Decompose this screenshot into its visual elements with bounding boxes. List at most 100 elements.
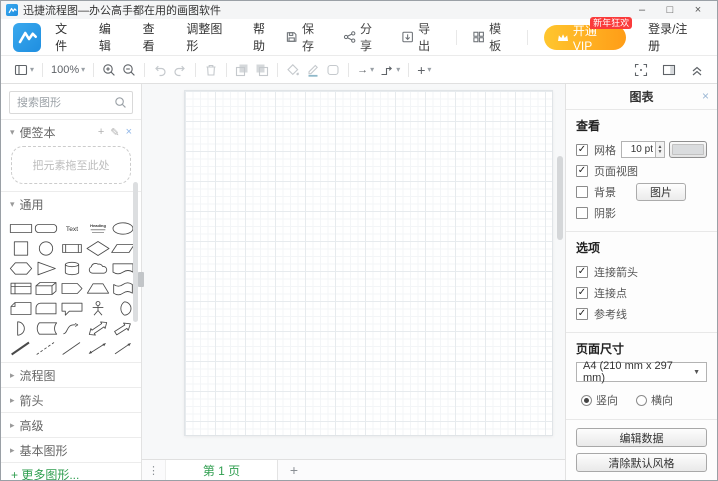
menu-item-1[interactable]: 编辑: [99, 20, 122, 54]
shape-double-arrow-line[interactable]: [85, 338, 111, 358]
shape-callout[interactable]: [59, 298, 85, 318]
background-image-button[interactable]: 图片: [636, 183, 686, 201]
shape-internal-storage[interactable]: [8, 278, 34, 298]
sidebar-section-general[interactable]: ▾ 通用: [1, 191, 141, 216]
shape-outline-button[interactable]: [323, 59, 343, 81]
send-to-back-button[interactable]: [252, 59, 272, 81]
page-tab-bar: ⋮ 第 1 页 +: [142, 459, 565, 480]
menu-item-2[interactable]: 查看: [143, 20, 166, 54]
option-checkbox-2[interactable]: ✓: [576, 308, 588, 320]
grid-checkbox[interactable]: ✓: [576, 144, 588, 156]
sidebar-scrollbar[interactable]: [133, 182, 138, 322]
notepad-edit-icon[interactable]: ✎: [110, 126, 119, 139]
share-button[interactable]: 分享: [343, 20, 383, 54]
close-button[interactable]: ×: [684, 1, 712, 19]
connector-style-dropdown[interactable]: ▾: [377, 59, 403, 81]
shape-rectangle[interactable]: [8, 218, 34, 238]
orientation-portrait-radio[interactable]: 竖向: [581, 392, 618, 408]
arrow-style-dropdown[interactable]: → ▾: [354, 59, 377, 81]
sidebar-section-1[interactable]: ▸箭头: [1, 387, 141, 412]
export-button[interactable]: 导出: [401, 20, 441, 54]
shape-block-arrow[interactable]: [110, 318, 136, 338]
panel-close-icon[interactable]: ×: [702, 89, 709, 103]
canvas-page[interactable]: [184, 90, 553, 436]
pages-menu-button[interactable]: ⋮: [142, 460, 166, 480]
shadow-checkbox[interactable]: [576, 207, 588, 219]
sidebar-section-3[interactable]: ▸基本图形: [1, 437, 141, 462]
sidebar-collapse-handle[interactable]: [138, 272, 144, 287]
notepad-dropzone[interactable]: 把元素拖至此处: [11, 146, 131, 184]
grid-size-input[interactable]: [621, 141, 655, 158]
divider: [226, 63, 227, 77]
caret-right-icon: ▸: [10, 445, 15, 456]
insert-dropdown[interactable]: + ▾: [414, 59, 434, 81]
save-button[interactable]: 保存: [285, 20, 325, 54]
grid-color-swatch[interactable]: [669, 141, 707, 158]
page-size-select[interactable]: A4 (210 mm x 297 mm) ▼: [576, 362, 707, 382]
canvas-vertical-scrollbar[interactable]: [557, 156, 563, 240]
option-checkbox-0[interactable]: ✓: [576, 266, 588, 278]
more-shapes-link[interactable]: + 更多图形...: [1, 462, 141, 480]
line-color-button[interactable]: [303, 59, 323, 81]
shape-rounded-rectangle[interactable]: [34, 218, 60, 238]
notepad-add-icon[interactable]: +: [98, 126, 104, 139]
shape-card[interactable]: [34, 298, 60, 318]
shape-and[interactable]: [8, 318, 34, 338]
option-checkbox-1[interactable]: ✓: [576, 287, 588, 299]
page-setup-button[interactable]: ▾: [11, 59, 37, 81]
shape-square[interactable]: [8, 238, 34, 258]
clear-default-style-button[interactable]: 清除默认风格: [576, 453, 707, 472]
shape-text[interactable]: Text: [59, 218, 85, 238]
login-register-link[interactable]: 登录/注册: [648, 20, 697, 54]
collapse-toolbar-button[interactable]: [687, 59, 707, 81]
shape-arrow-line[interactable]: [110, 338, 136, 358]
shape-hexagon[interactable]: [8, 258, 34, 278]
background-checkbox[interactable]: [576, 186, 588, 198]
shape-actor[interactable]: [85, 298, 111, 318]
edit-data-button[interactable]: 编辑数据: [576, 428, 707, 447]
undo-button[interactable]: [150, 59, 170, 81]
fit-page-button[interactable]: [631, 59, 651, 81]
shape-cylinder[interactable]: [59, 258, 85, 278]
orientation-landscape-radio[interactable]: 横向: [636, 392, 673, 408]
shape-process[interactable]: [59, 238, 85, 258]
add-page-button[interactable]: +: [278, 460, 310, 480]
bring-to-front-button[interactable]: [232, 59, 252, 81]
shape-data-storage[interactable]: [34, 318, 60, 338]
fill-color-button[interactable]: [283, 59, 303, 81]
page-tab-1[interactable]: 第 1 页: [166, 460, 278, 480]
shape-line[interactable]: [59, 338, 85, 358]
delete-button[interactable]: [201, 59, 221, 81]
menu-item-4[interactable]: 帮助: [253, 20, 276, 54]
shape-note[interactable]: [8, 298, 34, 318]
minimize-button[interactable]: –: [628, 1, 656, 19]
menu-item-3[interactable]: 调整图形: [186, 20, 232, 54]
sidebar-section-notepad[interactable]: ▾ 便签本 + ✎ ×: [1, 119, 141, 144]
shape-bold-line[interactable]: [8, 338, 34, 358]
shape-diamond[interactable]: [85, 238, 111, 258]
menu-item-0[interactable]: 文件: [55, 20, 78, 54]
template-button[interactable]: 模板: [472, 20, 512, 54]
page-view-checkbox[interactable]: ✓: [576, 165, 588, 177]
shape-trapezoid[interactable]: [85, 278, 111, 298]
toggle-panel-button[interactable]: [659, 59, 679, 81]
canvas[interactable]: [142, 84, 565, 459]
shape-step[interactable]: [59, 278, 85, 298]
shape-dashed-line[interactable]: [34, 338, 60, 358]
redo-button[interactable]: [170, 59, 190, 81]
shape-circle[interactable]: [34, 238, 60, 258]
zoom-in-button[interactable]: [99, 59, 119, 81]
maximize-button[interactable]: □: [656, 1, 684, 19]
shape-cube[interactable]: [34, 278, 60, 298]
sidebar-section-0[interactable]: ▸流程图: [1, 362, 141, 387]
sidebar-section-2[interactable]: ▸高级: [1, 412, 141, 437]
zoom-level-dropdown[interactable]: 100% ▾: [48, 59, 88, 81]
shape-double-block-arrow[interactable]: [85, 318, 111, 338]
shape-curve[interactable]: [59, 318, 85, 338]
shape-triangle[interactable]: [34, 258, 60, 278]
zoom-out-button[interactable]: [119, 59, 139, 81]
shape-cloud[interactable]: [85, 258, 111, 278]
shape-heading[interactable]: Heading: [85, 218, 111, 238]
notepad-close-icon[interactable]: ×: [126, 126, 132, 139]
grid-size-stepper[interactable]: ▲ ▼: [655, 141, 665, 158]
